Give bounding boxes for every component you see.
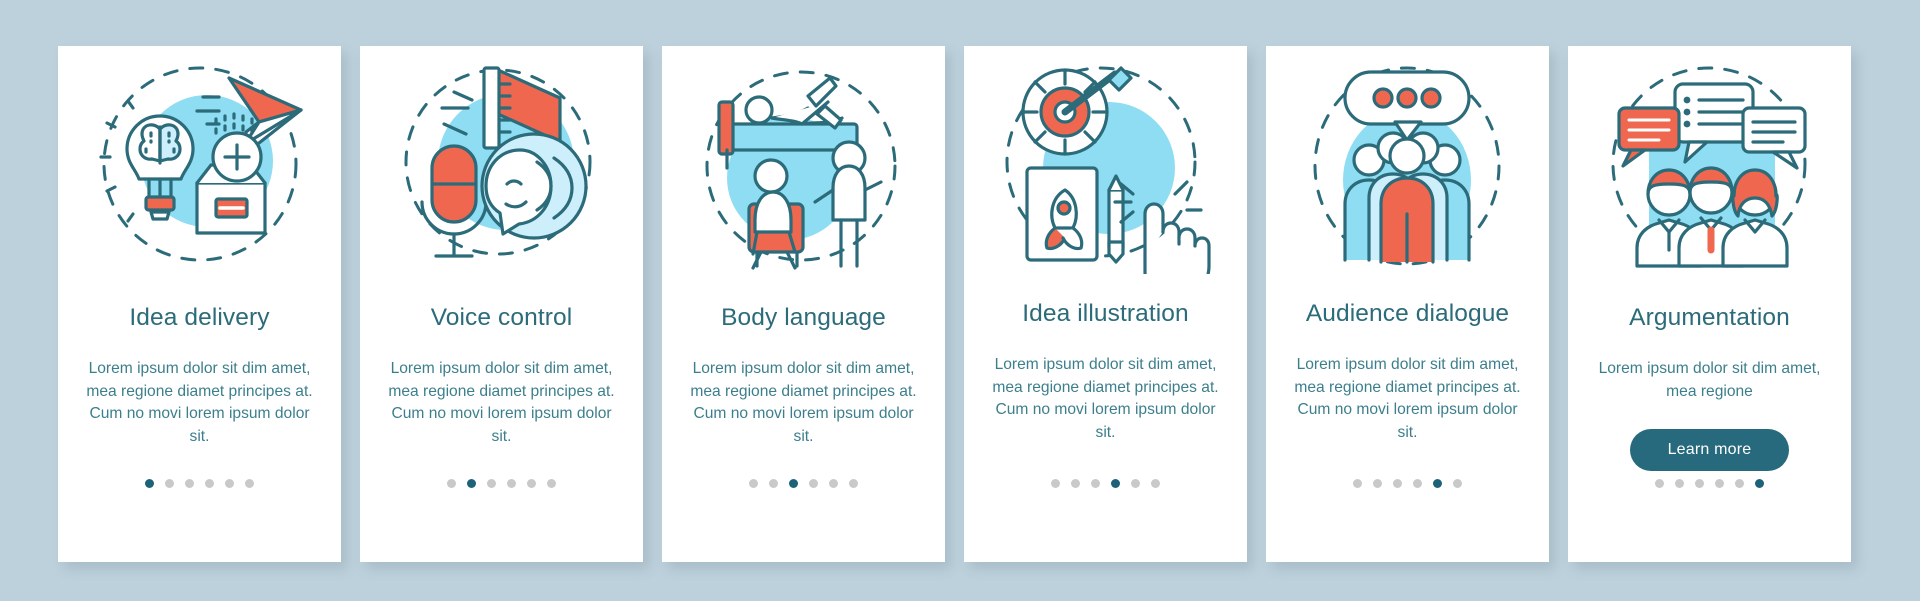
illustration-container [662,46,945,282]
pagination-dots [1266,479,1549,488]
card-description: Lorem ipsum dolor sit dim amet, mea regi… [86,359,313,445]
onboarding-card-1: Idea delivery Lorem ipsum dolor sit dim a… [58,46,341,562]
onboarding-card-3: Body language Lorem ipsum dolor sit dim a… [662,46,945,562]
pagination-dot[interactable] [1453,479,1462,488]
pagination-dots [662,479,945,488]
pagination-dot[interactable] [1675,479,1684,488]
illustration-container [964,46,1247,282]
card-title: Idea delivery [129,304,270,331]
target-dart-rocket-sketch-hand-icon [1005,66,1211,274]
onboarding-card-2: Voice control Lorem ipsum dolor sit dim a… [360,46,643,562]
learn-more-button[interactable]: Learn more [1629,429,1790,472]
card-description: Lorem ipsum dolor sit dim amet, mea regi… [1294,355,1521,441]
illustration-container [1266,46,1549,282]
pagination-dot[interactable] [547,479,556,488]
people-posture-bed-chair-icon [705,70,896,270]
pagination-dot[interactable] [245,479,254,488]
pagination-dot[interactable] [1735,479,1744,488]
pagination-dot[interactable] [1051,479,1060,488]
pagination-dot-active[interactable] [789,479,798,488]
pagination-dots [360,479,643,488]
pagination-dot-active[interactable] [1433,479,1442,488]
pagination-dot-active[interactable] [145,479,154,488]
pagination-dots [964,479,1247,488]
card-description: Lorem ipsum dolor sit dim amet, mea regi… [690,359,917,445]
card-list: Idea delivery Lorem ipsum dolor sit dim a… [58,46,1868,566]
pagination-dots [1568,479,1851,488]
pagination-dot[interactable] [527,479,536,488]
illustration-container [58,46,341,282]
pagination-dot[interactable] [1413,479,1422,488]
pagination-dot[interactable] [165,479,174,488]
pagination-dot[interactable] [1131,479,1140,488]
pagination-dot[interactable] [1715,479,1724,488]
pagination-dot[interactable] [1695,479,1704,488]
card-title: Body language [721,304,886,331]
onboarding-card-6: Argumentation Lorem ipsum dolor sit dim a… [1568,46,1851,562]
pagination-dot[interactable] [185,479,194,488]
card-description: Lorem ipsum dolor sit dim amet, mea regi… [1598,359,1821,400]
illustration-container [360,46,643,282]
three-people-chat-bubbles-icon [1611,66,1807,268]
pagination-dot-active[interactable] [467,479,476,488]
pagination-dot[interactable] [447,479,456,488]
pagination-dot[interactable] [1091,479,1100,488]
card-title: Argumentation [1629,304,1790,331]
card-description: Lorem ipsum dolor sit dim amet, mea regi… [388,359,615,445]
pagination-dot[interactable] [1373,479,1382,488]
pagination-dot[interactable] [769,479,778,488]
pagination-dot-active[interactable] [1755,479,1764,488]
pagination-dot[interactable] [507,479,516,488]
pagination-dot[interactable] [1393,479,1402,488]
pagination-dot[interactable] [1353,479,1362,488]
onboarding-card-5: Audience dialogue Lorem ipsum dolor sit d… [1266,46,1549,562]
pagination-dot[interactable] [1655,479,1664,488]
pagination-dot-active[interactable] [1111,479,1120,488]
pagination-dot[interactable] [809,479,818,488]
card-description: Lorem ipsum dolor sit dim amet, mea regi… [992,355,1219,441]
pagination-dots [58,479,341,488]
card-title: Audience dialogue [1305,300,1510,327]
card-title: Idea illustration [1022,300,1189,327]
pagination-dot[interactable] [205,479,214,488]
pagination-dot[interactable] [487,479,496,488]
onboarding-card-4: Idea illustration Lorem ipsum dolor sit d… [964,46,1247,562]
megaphone-microphone-speaking-face-icon [404,66,591,258]
pagination-dot[interactable] [1151,479,1160,488]
onboarding-screens-page: Idea delivery Lorem ipsum dolor sit dim a… [0,0,1920,601]
pagination-dot[interactable] [749,479,758,488]
pagination-dot[interactable] [225,479,234,488]
pagination-dot[interactable] [1071,479,1080,488]
lightbulb-brain-paper-plane-icon [98,66,303,261]
pagination-dot[interactable] [829,479,838,488]
pagination-dot[interactable] [849,479,858,488]
card-title: Voice control [430,304,573,331]
illustration-container [1568,46,1851,282]
audience-crowd-speech-bubble-icon [1313,66,1500,266]
